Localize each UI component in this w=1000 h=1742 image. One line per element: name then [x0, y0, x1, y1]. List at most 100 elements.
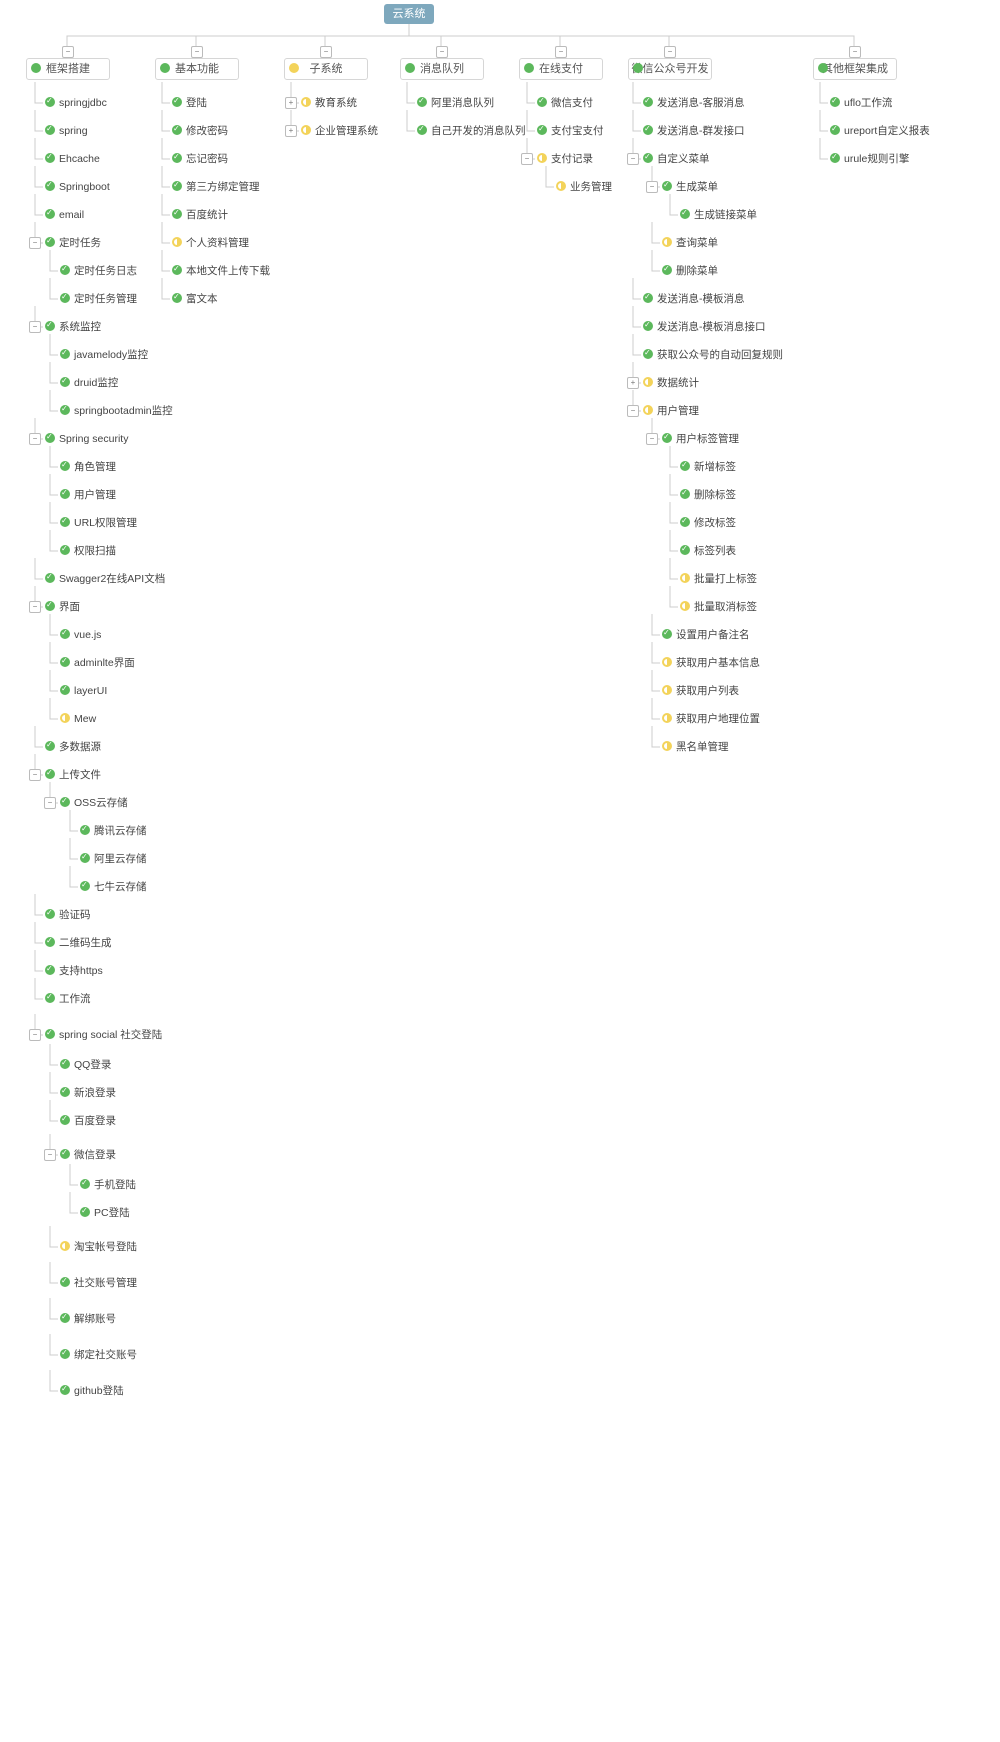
tree-node[interactable]: 教育系统	[301, 96, 357, 110]
tree-node[interactable]: 数据统计	[643, 376, 699, 390]
column-header[interactable]: 基本功能	[155, 58, 239, 80]
tree-node[interactable]: 发送消息-模板消息	[643, 292, 745, 306]
tree-node[interactable]: 登陆	[172, 96, 207, 110]
tree-node[interactable]: 生成菜单	[662, 180, 718, 194]
tree-node[interactable]: 企业管理系统	[301, 124, 378, 138]
collapse-toggle[interactable]: −	[44, 797, 56, 809]
tree-node[interactable]: 系统监控	[45, 320, 101, 334]
collapse-toggle[interactable]: −	[29, 321, 41, 333]
column-header[interactable]: 在线支付	[519, 58, 603, 80]
tree-node[interactable]: 用户管理	[643, 404, 699, 418]
tree-node[interactable]: 支付宝支付	[537, 124, 604, 138]
collapse-toggle[interactable]: −	[29, 769, 41, 781]
collapse-toggle[interactable]: −	[521, 153, 533, 165]
collapse-toggle[interactable]: −	[44, 1149, 56, 1161]
tree-node[interactable]: 自己开发的消息队列	[417, 124, 526, 138]
tree-node[interactable]: 批量取消标签	[680, 600, 757, 614]
tree-node[interactable]: 标签列表	[680, 544, 736, 558]
tree-node[interactable]: 批量打上标签	[680, 572, 757, 586]
tree-node[interactable]: 阿里云存储	[80, 852, 147, 866]
tree-node[interactable]: 获取用户地理位置	[662, 712, 760, 726]
collapse-toggle[interactable]: −	[29, 601, 41, 613]
tree-node[interactable]: 发送消息-模板消息接口	[643, 320, 766, 334]
tree-node[interactable]: 手机登陆	[80, 1178, 136, 1192]
tree-node[interactable]: 绑定社交账号	[60, 1348, 137, 1362]
tree-node[interactable]: vue.js	[60, 628, 101, 642]
collapse-toggle[interactable]: −	[849, 46, 861, 58]
tree-node[interactable]: 微信支付	[537, 96, 593, 110]
tree-node[interactable]: 个人资料管理	[172, 236, 249, 250]
tree-node[interactable]: 微信登录	[60, 1148, 116, 1162]
collapse-toggle[interactable]: −	[646, 433, 658, 445]
tree-node[interactable]: QQ登录	[60, 1058, 111, 1072]
tree-node[interactable]: 权限扫描	[60, 544, 116, 558]
column-header[interactable]: 微信公众号开发	[628, 58, 712, 80]
tree-node[interactable]: 第三方绑定管理	[172, 180, 260, 194]
tree-node[interactable]: javamelody监控	[60, 348, 148, 362]
collapse-toggle[interactable]: −	[191, 46, 203, 58]
tree-node[interactable]: Spring security	[45, 432, 128, 446]
column-header[interactable]: 消息队列	[400, 58, 484, 80]
collapse-toggle[interactable]: −	[29, 1029, 41, 1041]
collapse-toggle[interactable]: −	[555, 46, 567, 58]
collapse-toggle[interactable]: −	[29, 433, 41, 445]
tree-node[interactable]: 解绑账号	[60, 1312, 116, 1326]
tree-node[interactable]: 黑名单管理	[662, 740, 729, 754]
expand-toggle[interactable]: +	[285, 97, 297, 109]
tree-node[interactable]: springbootadmin监控	[60, 404, 173, 418]
column-header[interactable]: 其他框架集成	[813, 58, 897, 80]
tree-node[interactable]: 获取用户基本信息	[662, 656, 760, 670]
tree-node[interactable]: 支付记录	[537, 152, 593, 166]
tree-node[interactable]: 百度统计	[172, 208, 228, 222]
tree-node[interactable]: 发送消息-客服消息	[643, 96, 745, 110]
tree-node[interactable]: 用户管理	[60, 488, 116, 502]
tree-node[interactable]: 二维码生成	[45, 936, 112, 950]
tree-node[interactable]: 多数据源	[45, 740, 101, 754]
tree-node[interactable]: 修改密码	[172, 124, 228, 138]
tree-node[interactable]: 用户标签管理	[662, 432, 739, 446]
tree-node[interactable]: 删除标签	[680, 488, 736, 502]
tree-node[interactable]: 角色管理	[60, 460, 116, 474]
tree-node[interactable]: 富文本	[172, 292, 218, 306]
tree-node[interactable]: 阿里消息队列	[417, 96, 494, 110]
tree-node[interactable]: urule规则引擎	[830, 152, 909, 166]
tree-node[interactable]: github登陆	[60, 1384, 124, 1398]
tree-node[interactable]: 验证码	[45, 908, 91, 922]
tree-node[interactable]: Springboot	[45, 180, 110, 194]
tree-node[interactable]: Swagger2在线API文档	[45, 572, 165, 586]
tree-node[interactable]: 百度登录	[60, 1114, 116, 1128]
tree-node[interactable]: 腾讯云存储	[80, 824, 147, 838]
tree-node[interactable]: 新浪登录	[60, 1086, 116, 1100]
tree-node[interactable]: Ehcache	[45, 152, 100, 166]
tree-node[interactable]: 自定义菜单	[643, 152, 710, 166]
tree-node[interactable]: 定时任务	[45, 236, 101, 250]
tree-node[interactable]: 查询菜单	[662, 236, 718, 250]
tree-node[interactable]: 社交账号管理	[60, 1276, 137, 1290]
tree-node[interactable]: 工作流	[45, 992, 91, 1006]
tree-node[interactable]: adminlte界面	[60, 656, 135, 670]
tree-node[interactable]: 生成链接菜单	[680, 208, 757, 222]
tree-node[interactable]: 设置用户备注名	[662, 628, 750, 642]
tree-node[interactable]: 界面	[45, 600, 80, 614]
tree-node[interactable]: uflo工作流	[830, 96, 892, 110]
tree-node[interactable]: spring social 社交登陆	[45, 1028, 162, 1042]
tree-node[interactable]: 获取用户列表	[662, 684, 739, 698]
tree-node[interactable]: 定时任务管理	[60, 292, 137, 306]
collapse-toggle[interactable]: −	[436, 46, 448, 58]
collapse-toggle[interactable]: −	[62, 46, 74, 58]
tree-node[interactable]: 新增标签	[680, 460, 736, 474]
expand-toggle[interactable]: +	[627, 377, 639, 389]
tree-node[interactable]: 上传文件	[45, 768, 101, 782]
tree-node[interactable]: spring	[45, 124, 88, 138]
collapse-toggle[interactable]: −	[664, 46, 676, 58]
tree-node[interactable]: springjdbc	[45, 96, 107, 110]
tree-node[interactable]: ureport自定义报表	[830, 124, 930, 138]
tree-node[interactable]: 七牛云存储	[80, 880, 147, 894]
tree-node[interactable]: email	[45, 208, 84, 222]
tree-node[interactable]: 支持https	[45, 964, 103, 978]
collapse-toggle[interactable]: −	[29, 237, 41, 249]
tree-node[interactable]: 本地文件上传下载	[172, 264, 270, 278]
root-node[interactable]: 云系统	[384, 4, 434, 24]
collapse-toggle[interactable]: −	[320, 46, 332, 58]
tree-node[interactable]: 修改标签	[680, 516, 736, 530]
